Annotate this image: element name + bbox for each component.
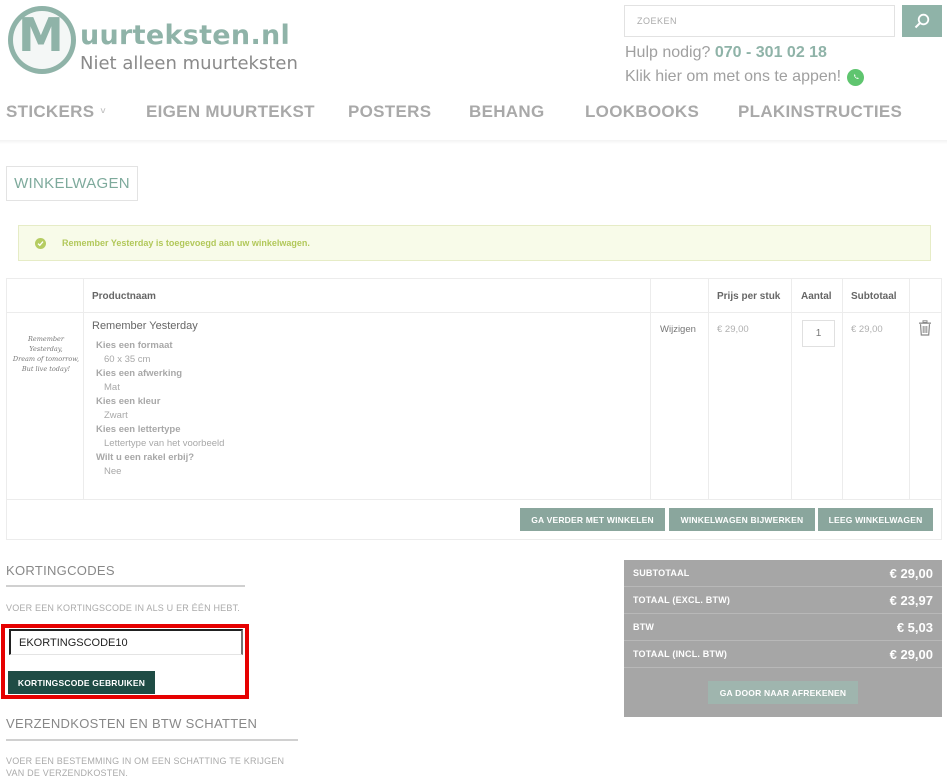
checkout-button[interactable]: GA DOOR NAAR AFREKENEN bbox=[708, 681, 858, 704]
option-value: 60 x 35 cm bbox=[104, 354, 151, 365]
quantity-input[interactable] bbox=[802, 320, 835, 347]
header-qty: Aantal bbox=[801, 291, 832, 302]
option-label: Kies een formaat bbox=[96, 340, 173, 351]
main-nav: STICKERS ˅ EIGEN MUURTEKST POSTERS BEHANG… bbox=[6, 102, 936, 124]
search-input[interactable]: ZOEKEN bbox=[624, 5, 895, 37]
header-price: Prijs per stuk bbox=[717, 291, 781, 302]
nav-item-posters[interactable]: POSTERS bbox=[348, 102, 431, 122]
notice-text: Remember Yesterday is toegevoegd aan uw … bbox=[62, 238, 310, 248]
option-label: Kies een kleur bbox=[96, 396, 161, 407]
whatsapp-link[interactable]: Klik hier om met ons te appen! bbox=[625, 68, 865, 86]
option-value: Zwart bbox=[104, 410, 128, 421]
option-value: Mat bbox=[104, 382, 120, 393]
logo-text: uurteksten.nl bbox=[80, 20, 291, 51]
update-cart-button[interactable]: WINKELWAGEN BIJWERKEN bbox=[669, 508, 815, 531]
search-icon bbox=[914, 13, 930, 29]
header-divider bbox=[0, 140, 947, 144]
option-value: Lettertype van het voorbeeld bbox=[104, 438, 225, 449]
product-options: Kies een formaat 60 x 35 cm Kies een afw… bbox=[96, 339, 224, 479]
help-phone[interactable]: 070 - 301 02 18 bbox=[715, 44, 827, 61]
totals-row: BTW € 5,03 bbox=[624, 614, 942, 641]
discount-description: VOER EEN KORTINGSCODE IN ALS U ER ÉÉN HE… bbox=[6, 603, 240, 613]
trash-icon[interactable] bbox=[918, 320, 932, 341]
product-name[interactable]: Remember Yesterday bbox=[92, 320, 198, 332]
shipping-title: VERZENDKOSTEN EN BTW SCHATTEN bbox=[6, 716, 258, 731]
logo-letter: M bbox=[18, 8, 64, 62]
chevron-down-icon: ˅ bbox=[100, 106, 106, 116]
shipping-description: VOER EEN BESTEMMING IN OM EEN SCHATTING … bbox=[6, 756, 285, 778]
nav-item-eigen-muurtekst[interactable]: EIGEN MUURTEKST bbox=[146, 102, 315, 122]
totals-row: TOTAAL (EXCL. BTW) € 23,97 bbox=[624, 587, 942, 614]
totals-row: SUBTOTAAL € 29,00 bbox=[624, 560, 942, 587]
option-label: Kies een lettertype bbox=[96, 424, 181, 435]
unit-price: € 29,00 bbox=[717, 324, 749, 335]
page-title: WINKELWAGEN bbox=[6, 166, 138, 201]
nav-item-plakinstructies[interactable]: PLAKINSTRUCTIES bbox=[738, 102, 902, 122]
success-notice: Remember Yesterday is toegevoegd aan uw … bbox=[18, 225, 931, 261]
totals-row: TOTAAL (INCL. BTW) € 29,00 bbox=[624, 641, 942, 668]
discount-title: KORTINGCODES bbox=[6, 563, 115, 578]
option-label: Kies een afwerking bbox=[96, 368, 183, 379]
header-subtotal: Subtotaal bbox=[851, 291, 897, 302]
discount-rule bbox=[6, 585, 245, 587]
nav-item-behang[interactable]: BEHANG bbox=[469, 102, 544, 122]
check-icon bbox=[35, 237, 46, 249]
nav-item-stickers[interactable]: STICKERS ˅ bbox=[6, 102, 106, 122]
whatsapp-icon bbox=[847, 68, 865, 86]
shipping-rule bbox=[6, 739, 298, 741]
cart-table: Productnaam Prijs per stuk Aantal Subtot… bbox=[6, 278, 942, 540]
continue-shopping-button[interactable]: GA VERDER MET WINKELEN bbox=[520, 508, 665, 531]
product-thumbnail[interactable]: Remember Yesterday, Dream of tomorrow, B… bbox=[11, 334, 81, 374]
option-value: Nee bbox=[104, 466, 122, 477]
coupon-code-input[interactable] bbox=[9, 629, 243, 655]
whatsapp-text: Klik hier om met ons te appen! bbox=[625, 68, 842, 85]
clear-cart-button[interactable]: LEEG WINKELWAGEN bbox=[818, 508, 933, 531]
edit-item-link[interactable]: Wijzigen bbox=[660, 324, 696, 335]
nav-item-lookbooks[interactable]: LOOKBOOKS bbox=[585, 102, 699, 122]
help-line: Hulp nodig? 070 - 301 02 18 bbox=[625, 44, 827, 62]
header-product: Productnaam bbox=[92, 291, 156, 302]
apply-coupon-button[interactable]: KORTINGSCODE GEBRUIKEN bbox=[8, 671, 155, 694]
site-logo[interactable]: M uurteksten.nl Niet alleen muurteksten bbox=[8, 6, 298, 76]
item-subtotal: € 29,00 bbox=[851, 324, 883, 335]
search-button[interactable] bbox=[902, 5, 942, 37]
logo-tagline: Niet alleen muurteksten bbox=[80, 53, 298, 74]
totals-panel: SUBTOTAAL € 29,00 TOTAAL (EXCL. BTW) € 2… bbox=[624, 560, 942, 717]
option-label: Wilt u een rakel erbij? bbox=[96, 452, 195, 463]
help-prefix: Hulp nodig? bbox=[625, 44, 711, 61]
